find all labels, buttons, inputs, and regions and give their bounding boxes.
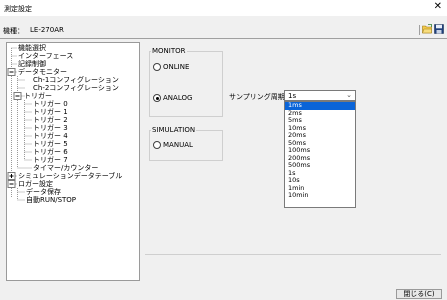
tree-item-trigger-4[interactable]: トリガー 4 <box>33 132 68 140</box>
tree-item-interface[interactable]: インターフェース <box>18 52 73 60</box>
analog-radio-label: ANALOG <box>163 94 193 102</box>
tree-item-trigger-5[interactable]: トリガー 5 <box>33 140 68 148</box>
simulation-group-title: SIMULATION <box>151 126 197 134</box>
settings-tree[interactable]: 機能選択 インターフェース 記録制御 データモニター Ch-1コンフィグレーショ… <box>6 42 140 281</box>
sampling-period-dropdown[interactable]: 1ms 2ms 5ms 10ms 20ms 50ms 100ms 200ms 5… <box>284 101 356 208</box>
tree-item-function-select[interactable]: 機能選択 <box>18 44 46 52</box>
close-window-icon[interactable]: ✕ <box>434 1 442 13</box>
tree-item-timer-counter[interactable]: タイマー/カウンター <box>33 164 98 172</box>
header-bar: 機種： LE-270AR <box>0 20 447 36</box>
analog-radio[interactable]: ANALOG <box>153 94 192 102</box>
analog-radio-circle[interactable] <box>153 94 161 102</box>
tree-item-trigger-0[interactable]: トリガー 0 <box>33 100 68 108</box>
collapse-toggle-icons <box>7 68 22 188</box>
online-radio-label: ONLINE <box>163 63 190 71</box>
window-title: 測定設定 <box>4 5 32 13</box>
tree-item-ch1-config[interactable]: Ch-1コンフィグレーション <box>33 76 119 84</box>
open-folder-icon[interactable] <box>422 24 432 34</box>
online-radio-circle[interactable] <box>153 63 161 71</box>
tree-item-trigger-7[interactable]: トリガー 7 <box>33 156 68 164</box>
dropdown-option[interactable]: 10min <box>285 191 355 200</box>
save-icon[interactable] <box>434 24 444 34</box>
online-radio[interactable]: ONLINE <box>153 63 189 71</box>
model-value: LE-270AR <box>30 26 64 34</box>
toolbar-separator <box>419 25 420 35</box>
tree-item-data-monitor[interactable]: データモニター <box>18 68 67 76</box>
sampling-period-label: サンプリング周期 <box>229 93 285 101</box>
manual-radio-label: MANUAL <box>163 141 193 149</box>
model-label: 機種： <box>3 27 24 35</box>
tree-item-auto-run-stop[interactable]: 自動RUN/STOP <box>26 196 76 204</box>
manual-radio-circle[interactable] <box>153 141 161 149</box>
tree-item-trigger-6[interactable]: トリガー 6 <box>33 148 68 156</box>
tree-item-trigger[interactable]: トリガー <box>24 92 52 100</box>
sampling-period-select[interactable]: 1s ⌄ <box>284 90 356 101</box>
monitor-group <box>149 51 223 117</box>
measurement-settings-window: 測定設定 ✕ 機種： LE-270AR 機能選択 インターフェース 記録制御 デ… <box>0 0 447 300</box>
header-divider <box>0 38 447 39</box>
tree-item-simulation-table[interactable]: シミュレーションデータテーブル <box>18 172 122 180</box>
tree-item-ch2-config[interactable]: Ch-2コンフィグレーション <box>33 84 119 92</box>
tree-item-trigger-3[interactable]: トリガー 3 <box>33 124 68 132</box>
chevron-down-icon[interactable]: ⌄ <box>346 91 352 99</box>
tree-item-trigger-2[interactable]: トリガー 2 <box>33 116 68 124</box>
manual-radio[interactable]: MANUAL <box>153 141 193 149</box>
tree-item-trigger-1[interactable]: トリガー 1 <box>33 108 68 116</box>
sampling-period-value: 1s <box>288 92 297 100</box>
close-button[interactable]: 閉じる(C) <box>396 289 442 299</box>
title-bar: 測定設定 ✕ <box>0 0 447 16</box>
tree-item-data-save[interactable]: データ保存 <box>26 188 61 196</box>
monitor-group-title: MONITOR <box>151 47 187 55</box>
tree-item-logger-settings[interactable]: ロガー設定 <box>18 180 53 188</box>
pane-divider <box>145 254 441 255</box>
tree-item-record-control[interactable]: 記録制御 <box>18 60 46 68</box>
